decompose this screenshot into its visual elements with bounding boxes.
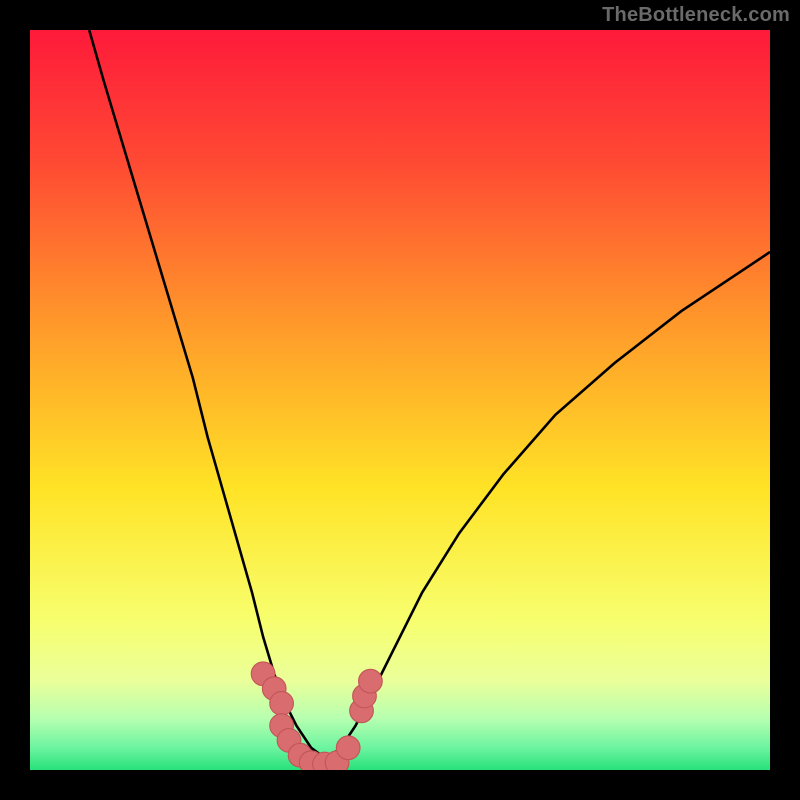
marker-dot (336, 736, 360, 760)
watermark-text: TheBottleneck.com (602, 4, 790, 27)
plot-area (30, 30, 770, 770)
bottom-markers (251, 662, 382, 770)
marker-dot (270, 692, 294, 716)
chart-overlay (30, 30, 770, 770)
curve-right-branch (326, 252, 770, 759)
curve-left-branch (89, 30, 326, 759)
chart-frame: TheBottleneck.com (0, 0, 800, 800)
marker-dot (359, 669, 383, 693)
